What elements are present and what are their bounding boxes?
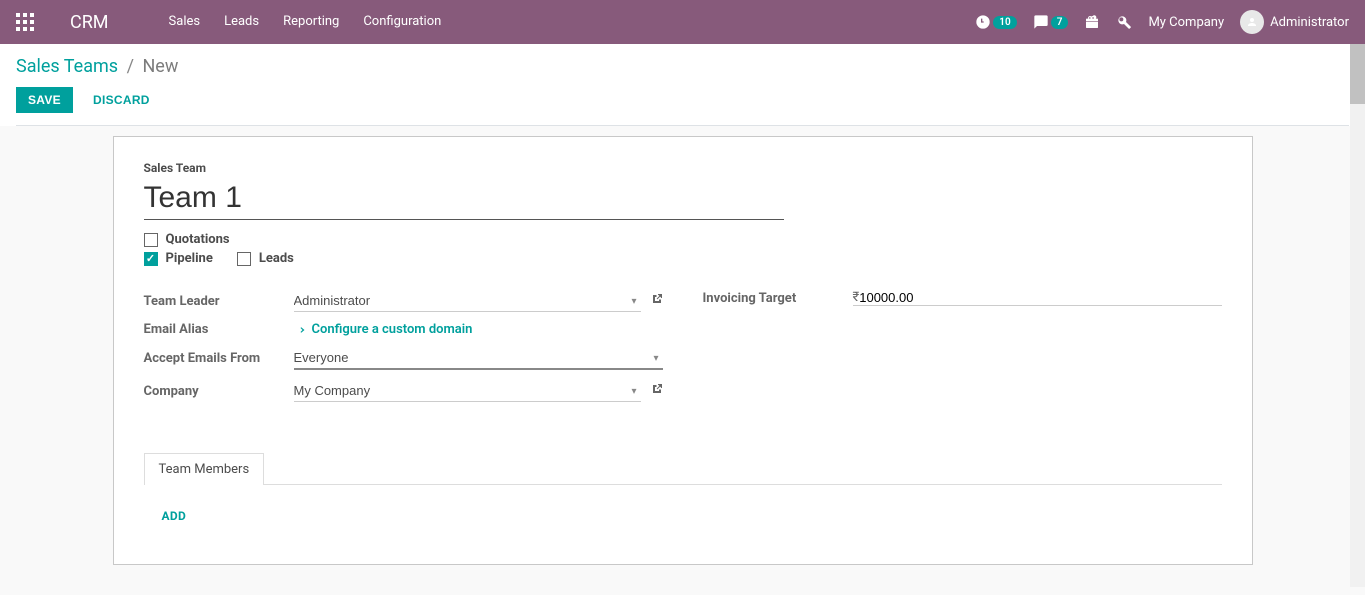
leads-label: Leads — [259, 251, 294, 266]
wrench-icon — [1116, 14, 1132, 30]
pipeline-label: Pipeline — [166, 251, 213, 266]
quotations-checkbox[interactable]: Quotations — [144, 232, 230, 247]
form-sheet: Sales Team Quotations ✓ Pipeline Leads T… — [113, 136, 1253, 565]
configure-domain-link[interactable]: Configure a custom domain — [294, 322, 473, 337]
team-leader-field[interactable] — [294, 290, 641, 312]
menu-reporting[interactable]: Reporting — [271, 0, 351, 44]
invoicing-target-field[interactable] — [859, 290, 1221, 305]
chat-icon — [1033, 14, 1049, 30]
gift-icon — [1084, 14, 1100, 30]
form-tabs: Team Members — [144, 452, 1222, 485]
checkbox-unchecked-icon — [144, 233, 158, 247]
company-field[interactable] — [294, 380, 641, 402]
breadcrumb-root[interactable]: Sales Teams — [16, 56, 118, 77]
external-link-icon[interactable] — [651, 293, 663, 309]
activity-badge: 10 — [993, 16, 1016, 29]
app-brand[interactable]: CRM — [70, 12, 109, 33]
discard-button[interactable]: DISCARD — [83, 87, 160, 113]
quotations-label: Quotations — [166, 232, 230, 247]
chat-badge: 7 — [1051, 16, 1069, 29]
checkbox-unchecked-icon — [237, 252, 251, 266]
breadcrumb-separator: / — [127, 56, 134, 77]
support-button[interactable] — [1116, 14, 1132, 30]
user-menu[interactable]: Administrator — [1240, 10, 1349, 34]
pipeline-checkbox[interactable]: ✓ Pipeline — [144, 251, 213, 266]
main-menu: Sales Leads Reporting Configuration — [157, 0, 454, 44]
scrollbar-thumb[interactable] — [1350, 44, 1365, 104]
clock-icon — [975, 14, 991, 30]
add-member-button[interactable]: ADD — [162, 509, 187, 523]
company-switcher[interactable]: My Company — [1148, 15, 1224, 30]
team-name-input[interactable] — [144, 181, 784, 220]
currency-symbol: ₹ — [853, 290, 860, 305]
accept-emails-label: Accept Emails From — [144, 351, 294, 366]
team-name-label: Sales Team — [144, 161, 1222, 175]
menu-leads[interactable]: Leads — [212, 0, 271, 44]
accept-emails-select[interactable] — [294, 347, 663, 370]
activity-button[interactable]: 10 — [975, 14, 1016, 30]
arrow-right-icon — [294, 324, 306, 336]
external-link-icon[interactable] — [651, 383, 663, 399]
scrollbar[interactable] — [1350, 44, 1365, 587]
email-alias-label: Email Alias — [144, 322, 294, 337]
menu-configuration[interactable]: Configuration — [351, 0, 453, 44]
apps-launcher-icon[interactable] — [16, 13, 34, 31]
breadcrumb: Sales Teams / New — [16, 56, 1349, 77]
invoicing-target-label: Invoicing Target — [703, 291, 853, 306]
chat-button[interactable]: 7 — [1033, 14, 1069, 30]
top-navbar: CRM Sales Leads Reporting Configuration … — [0, 0, 1365, 44]
save-button[interactable]: SAVE — [16, 87, 73, 113]
checkbox-checked-icon: ✓ — [144, 252, 158, 266]
configure-domain-label: Configure a custom domain — [312, 322, 473, 337]
gift-button[interactable] — [1084, 14, 1100, 30]
tab-team-members[interactable]: Team Members — [144, 453, 265, 485]
breadcrumb-current: New — [142, 56, 178, 77]
avatar-icon — [1240, 10, 1264, 34]
team-leader-label: Team Leader — [144, 294, 294, 309]
menu-sales[interactable]: Sales — [157, 0, 213, 44]
control-bar: Sales Teams / New SAVE DISCARD — [0, 44, 1365, 126]
leads-checkbox[interactable]: Leads — [237, 251, 294, 266]
form-scroll-area: Sales Team Quotations ✓ Pipeline Leads T… — [0, 126, 1365, 595]
user-name: Administrator — [1270, 15, 1349, 30]
company-label: Company — [144, 384, 294, 399]
